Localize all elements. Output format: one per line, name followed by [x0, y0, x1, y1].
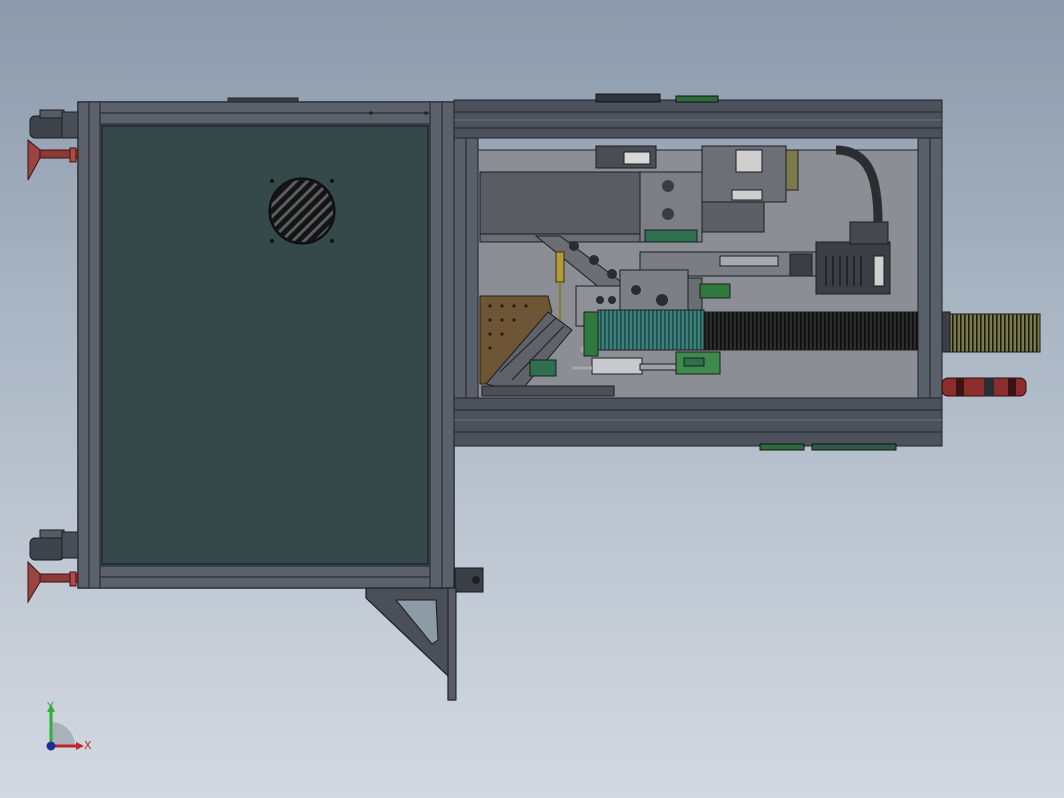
- leveling-foot-icon: [27, 138, 79, 181]
- cad-viewport[interactable]: Y X: [0, 0, 1064, 798]
- y-axis-label: Y: [46, 700, 54, 713]
- x-axis-label: X: [84, 739, 92, 752]
- external-attachments[interactable]: [941, 311, 1041, 397]
- left-cabinet[interactable]: [77, 97, 455, 589]
- leveling-foot-icon: [27, 560, 79, 604]
- z-axis-dot: [46, 741, 56, 751]
- screw-icon: [369, 111, 373, 115]
- bellows-hose: [703, 311, 919, 351]
- screw-icon: [424, 111, 428, 115]
- machine-drawing[interactable]: Y X: [0, 0, 1064, 798]
- caster-icon: [29, 109, 79, 139]
- axis-triad: Y X: [46, 700, 92, 752]
- bellows-hose: [949, 313, 1041, 353]
- caster-icon: [29, 529, 79, 561]
- cabinet-panel[interactable]: [101, 125, 429, 565]
- bottom-extrusion: [453, 397, 943, 447]
- mounting-bracket[interactable]: [365, 567, 484, 701]
- bellows-hose: [597, 309, 705, 351]
- top-extrusion: [453, 99, 943, 139]
